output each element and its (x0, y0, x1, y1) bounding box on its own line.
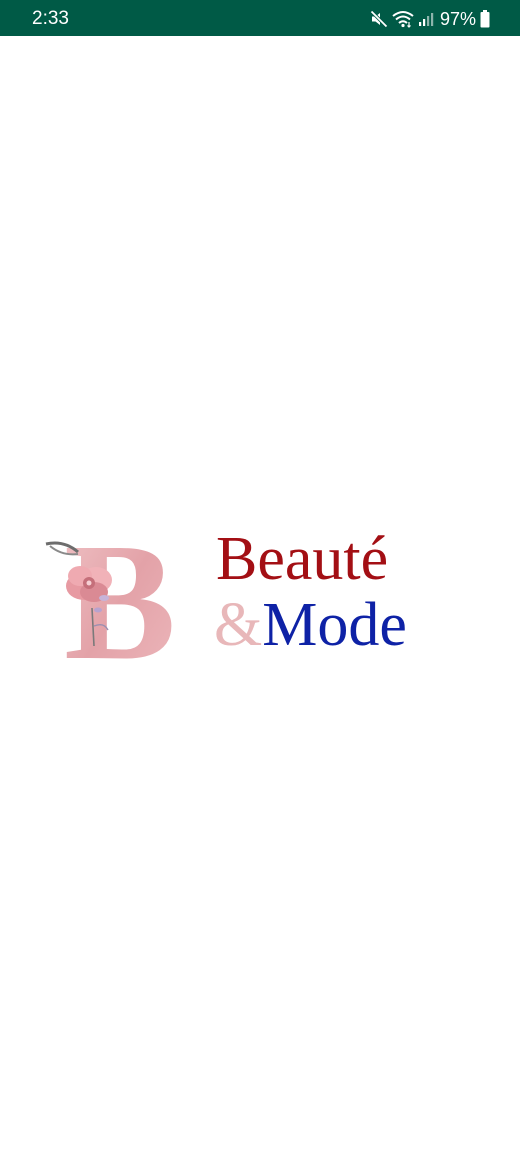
battery-icon (480, 10, 490, 28)
logo-word-beaute: Beauté (216, 525, 389, 593)
logo-ampersand: & (214, 591, 263, 659)
signal-icon (418, 11, 434, 27)
monogram-flower-logo: B (45, 526, 176, 666)
status-time: 2:33 (32, 8, 69, 29)
splash-screen: B Beauté &Mode (0, 36, 520, 1156)
mute-icon (370, 10, 388, 28)
logo-word-mode: Mode (262, 591, 407, 659)
logo-line-2: &Mode (214, 590, 407, 660)
status-bar: 2:33 97% (0, 0, 520, 36)
wifi-icon (392, 10, 414, 28)
status-icons: 97% (370, 7, 490, 31)
battery-percent: 97% (439, 9, 476, 29)
brand-logo: B Beauté &Mode (44, 526, 444, 666)
